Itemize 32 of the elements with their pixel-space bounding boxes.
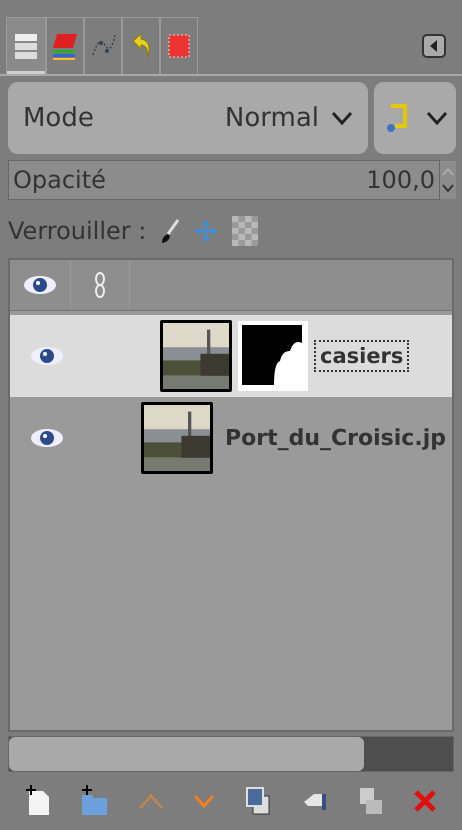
eye-icon[interactable] — [23, 274, 57, 296]
chevron-down-icon — [193, 794, 216, 808]
channels-icon — [51, 31, 79, 61]
dock-tab[interactable] — [46, 17, 84, 74]
chevron-down-icon — [331, 111, 353, 125]
spin-arrows-icon[interactable] — [440, 161, 456, 199]
checkerboard-icon[interactable] — [232, 216, 258, 246]
eye-icon[interactable] — [30, 427, 64, 449]
lock-label: Verrouiller : — [8, 217, 146, 245]
composite-dropdown[interactable] — [374, 82, 456, 154]
layer-name[interactable]: Port_du_Croisic.jp — [219, 422, 452, 454]
close-icon — [413, 789, 438, 813]
merge-icon — [358, 786, 384, 816]
dock-tab[interactable] — [84, 17, 122, 74]
chain-icon — [94, 272, 106, 298]
new-folder-icon — [80, 785, 108, 817]
mode-dropdown[interactable]: Mode Normal — [8, 82, 368, 154]
chevron-down-icon — [426, 111, 448, 125]
opacity-field[interactable]: Opacité 100,0 — [8, 160, 440, 200]
dock-tab[interactable] — [122, 17, 160, 74]
dock-tab[interactable] — [6, 17, 46, 74]
eye-icon[interactable] — [30, 345, 64, 367]
layer-row[interactable]: casiers — [10, 315, 452, 397]
chevron-up-icon — [138, 792, 164, 810]
triangle-left-icon — [422, 34, 446, 58]
new-page-icon — [24, 785, 51, 817]
layers-icon — [13, 31, 39, 61]
brush-icon[interactable] — [160, 218, 180, 244]
duplicate-icon — [244, 786, 271, 816]
scrollbar[interactable] — [8, 736, 454, 772]
scrollbar-thumb[interactable] — [9, 737, 364, 771]
layer-name[interactable]: casiers — [314, 340, 410, 372]
